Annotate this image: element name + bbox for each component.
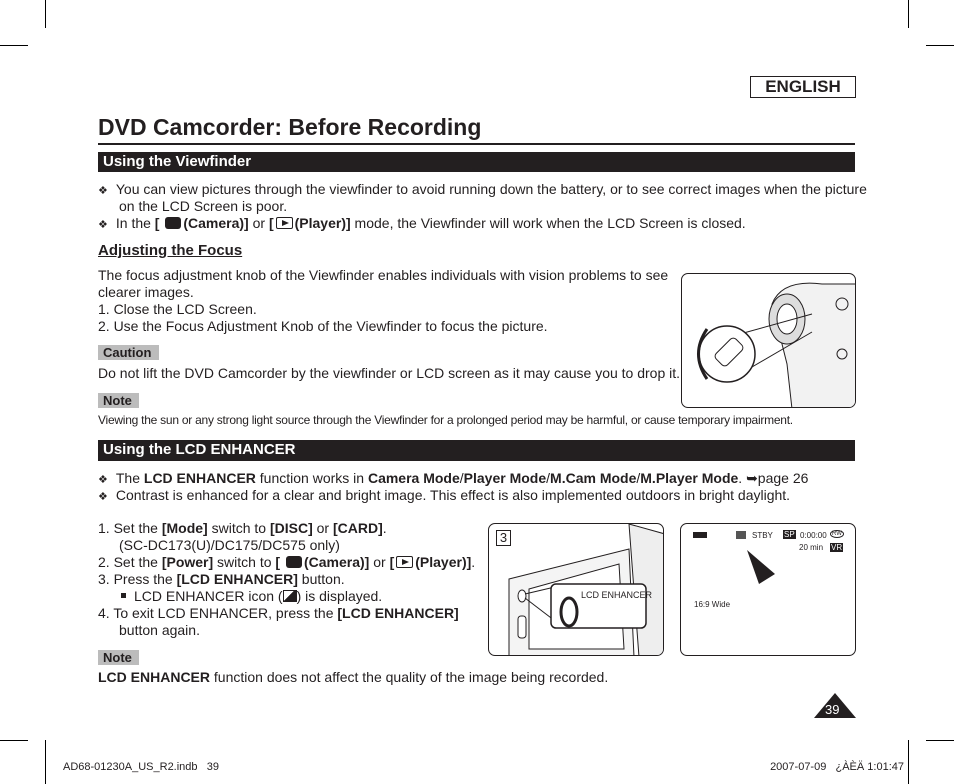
battery-icon: [693, 532, 707, 538]
step-item: 3. Press the [LCD ENHANCER] button.: [98, 571, 345, 587]
sub-bullet-item: LCD ENHANCER icon () is displayed.: [121, 588, 382, 605]
diamond-bullet-icon: ❖: [98, 474, 108, 486]
bullet-text: You can view pictures through the viewfi…: [115, 181, 867, 197]
paragraph: The focus adjustment knob of the Viewfin…: [98, 267, 669, 283]
note-label: Note: [98, 650, 139, 665]
step-item: 4. To exit LCD ENHANCER, press the [LCD …: [98, 605, 459, 621]
step-continuation: (SC-DC173(U)/DC175/DC575 only): [119, 537, 340, 553]
play-icon: [396, 556, 414, 568]
caution-text: Do not lift the DVD Camcorder by the vie…: [98, 365, 681, 381]
osd-mode: VR: [830, 543, 844, 552]
pointer-arrow-icon: [747, 550, 775, 584]
step-item: 1. Set the [Mode] switch to [DISC] or [C…: [98, 520, 387, 536]
diamond-bullet-icon: ❖: [98, 219, 108, 231]
title-rule: [98, 143, 855, 145]
camera-icon: [165, 217, 182, 229]
osd-time: 0:00:00: [800, 531, 827, 540]
diamond-bullet-icon: ❖: [98, 185, 108, 197]
note-text: LCD ENHANCER function does not affect th…: [98, 669, 609, 685]
lcd-enhancer-icon: [736, 531, 746, 539]
note-text: Viewing the sun or any strong light sour…: [98, 413, 793, 427]
button-callout-label: LCD ENHANCER: [581, 590, 653, 600]
step-continuation: button again.: [119, 622, 200, 638]
page-number: 39: [825, 702, 840, 717]
osd-aspect: 16:9 Wide: [694, 600, 731, 609]
crop-mark: [45, 740, 46, 784]
crop-mark: [926, 45, 954, 46]
lcd-enhancer-icon: [282, 590, 297, 602]
section-header-viewfinder: Using the Viewfinder: [98, 152, 855, 172]
step-item: 1. Close the LCD Screen.: [98, 301, 257, 317]
play-icon: [275, 217, 293, 229]
viewfinder-illustration: [681, 273, 856, 408]
caution-label: Caution: [98, 345, 159, 360]
square-bullet-icon: [121, 593, 126, 598]
osd-remaining: 20 min: [799, 543, 824, 552]
crop-mark: [45, 0, 46, 28]
footer-datetime: 2007-07-09 ¿ÀÈÄ 1:01:47: [770, 761, 904, 773]
section-header-lcd-enhancer: Using the LCD ENHANCER: [98, 440, 855, 461]
crop-mark: [926, 740, 954, 741]
crop-mark: [0, 45, 28, 46]
diamond-bullet-icon: ❖: [98, 491, 108, 503]
step-item: 2. Use the Focus Adjustment Knob of the …: [98, 318, 548, 334]
osd-status: STBY: [752, 531, 773, 540]
page-title: DVD Camcorder: Before Recording: [98, 114, 482, 140]
lcd-screen-display-illustration: STBY SP 0:00:00 RW 20 min VR 16:9 Wide: [680, 523, 856, 656]
lcd-enhancer-button-illustration: 3 LCD ENHANCER: [488, 523, 664, 656]
crop-mark: [0, 740, 28, 741]
bullet-item: ❖ In the [ (Camera)] or [(Player)] mode, …: [98, 215, 746, 231]
paragraph: clearer images.: [98, 284, 194, 300]
step-item: 2. Set the [Power] switch to [ (Camera)]…: [98, 554, 476, 570]
camera-icon: [285, 556, 302, 568]
subheading-adjusting-focus: Adjusting the Focus: [98, 242, 243, 259]
note-label: Note: [98, 393, 139, 408]
crop-mark: [908, 0, 909, 28]
bullet-item: ❖ Contrast is enhanced for a clear and br…: [98, 487, 791, 503]
footer-file: AD68-01230A_US_R2.indb 39: [63, 761, 219, 773]
osd-disc-type: RW: [830, 530, 844, 538]
page-reference-link[interactable]: ➥page 26: [746, 470, 808, 486]
crop-mark: [908, 740, 909, 784]
bullet-continuation: on the LCD Screen is poor.: [119, 198, 288, 214]
viewfinder-focus-knob-drawing: [697, 282, 855, 407]
language-badge: ENGLISH: [750, 76, 856, 98]
osd-quality: SP: [783, 530, 796, 539]
